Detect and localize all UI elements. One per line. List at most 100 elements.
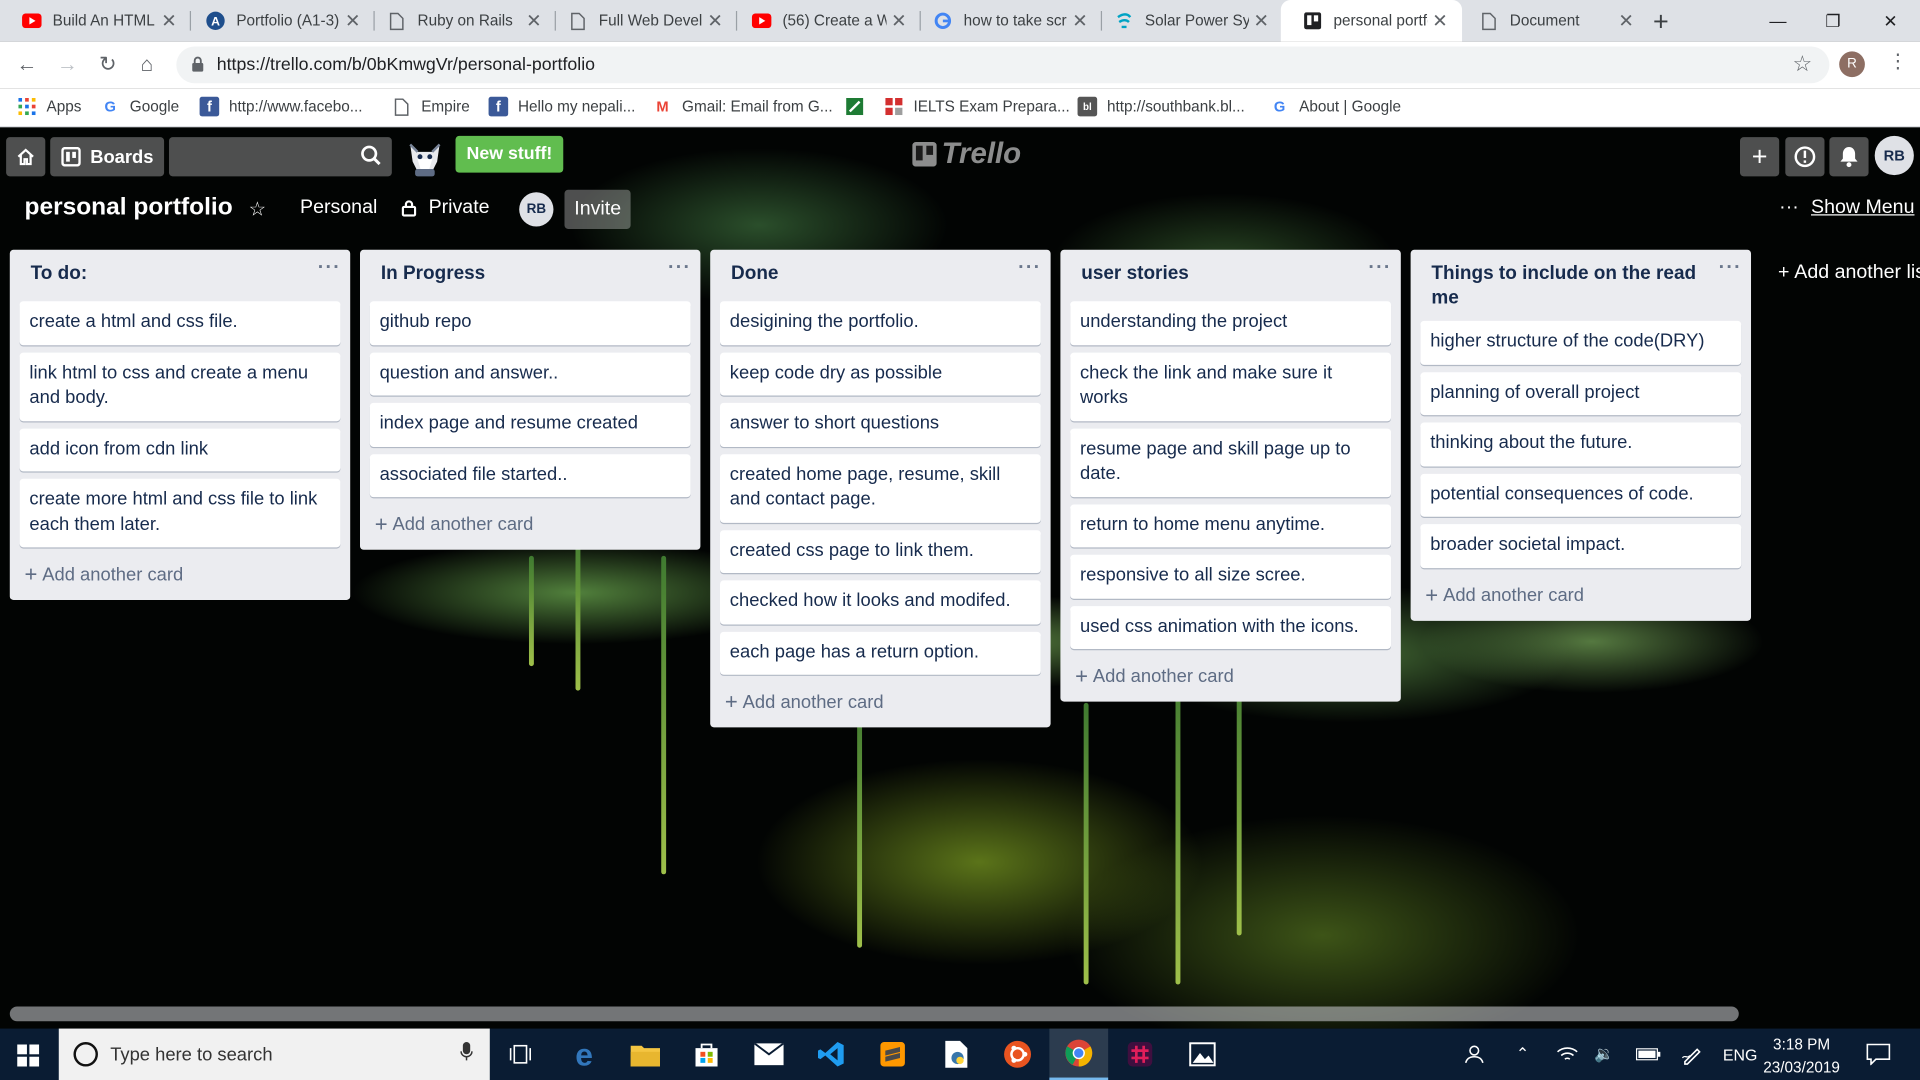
visibility-button[interactable]: Private [401,197,490,219]
taco-mascot-icon[interactable] [403,132,447,181]
user-avatar[interactable]: RB [1874,135,1914,176]
sublime-text-icon[interactable] [863,1029,922,1080]
notifications-center-icon[interactable] [1866,1029,1891,1080]
bookmark-item[interactable]: bl http://southbank.bl... [1077,96,1245,117]
tab-close-icon[interactable]: ✕ [1249,10,1273,32]
wifi-icon[interactable] [1556,1029,1578,1080]
browser-tab[interactable]: A Portfolio (A1-3) ✕ [184,0,375,42]
bookmark-item[interactable]: G About | Google [1270,97,1401,117]
card[interactable]: checked how it looks and modifed. [720,580,1041,624]
card[interactable]: create a html and css file. [19,301,341,345]
bookmark-item[interactable]: f Hello my nepali... [488,96,635,117]
taskbar-search-box[interactable]: Type here to search [58,1028,490,1080]
card[interactable]: create more html and css file to link ea… [19,478,341,548]
bookmark-star-icon[interactable]: ☆ [1792,51,1812,77]
tab-close-icon[interactable]: ✕ [887,10,911,32]
browser-tab-active[interactable]: personal portfo ✕ [1280,0,1463,42]
vscode-icon[interactable] [802,1029,861,1080]
forward-arrow-icon[interactable]: → [54,51,81,78]
people-icon[interactable] [1464,1029,1486,1080]
edge-icon[interactable]: e [555,1029,614,1080]
home-button[interactable] [6,137,46,177]
browser-tab[interactable]: Document ✕ [1457,0,1648,42]
tab-close-icon[interactable]: ✕ [703,10,727,32]
battery-icon[interactable] [1635,1029,1661,1080]
card[interactable]: each page has a return option. [720,631,1041,675]
bookmark-item[interactable]: f http://www.facebo... [199,96,363,117]
show-hidden-icons-chevron-icon[interactable]: ⌃ [1516,1029,1529,1080]
trello-logo[interactable]: Trello [912,137,1021,171]
card[interactable]: used css animation with the icons. [1070,605,1392,649]
list-title[interactable]: To do: [20,250,341,294]
star-board-button[interactable]: ☆ [249,197,267,221]
restore-window-icon[interactable]: ❐ [1805,0,1861,42]
add-card-button[interactable]: + Add another card [720,675,1041,718]
slack-icon[interactable] [1111,1029,1170,1080]
card[interactable]: return to home menu anytime. [1070,503,1392,548]
card[interactable]: github repo [369,301,691,345]
chrome-icon[interactable] [1049,1028,1109,1080]
list-menu-icon[interactable]: ··· [1014,257,1046,284]
show-menu-button[interactable]: ··· Show Menu [1779,197,1914,219]
list-menu-icon[interactable]: ··· [313,257,345,284]
horizontal-scrollbar[interactable] [9,1006,1739,1022]
browser-tab[interactable]: Full Web Devel ✕ [546,0,738,42]
profile-avatar[interactable]: R [1839,51,1865,78]
pen-icon[interactable] [1681,1029,1703,1080]
bookmark-item[interactable]: IELTS Exam Prepara... [884,97,1070,117]
card[interactable]: desigining the portfolio. [720,301,1041,345]
new-tab-plus-icon[interactable]: + [1653,6,1669,38]
browser-tab[interactable]: (56) Create a W ✕ [730,0,921,42]
ubuntu-icon[interactable] [988,1029,1047,1080]
card[interactable]: broader societal impact. [1420,524,1742,568]
windows-start-icon[interactable] [17,1044,40,1072]
chrome-menu-icon[interactable]: ⋮ [1888,49,1908,73]
list-menu-icon[interactable]: ··· [664,257,696,284]
tab-close-icon[interactable]: ✕ [1614,10,1638,32]
notifications-button[interactable] [1829,137,1869,177]
add-card-button[interactable]: + Add another card [1420,568,1741,611]
bookmark-item[interactable] [845,97,874,117]
card[interactable]: understanding the project [1070,301,1392,345]
tab-close-icon[interactable]: ✕ [522,10,546,32]
team-button[interactable]: Personal [300,197,377,219]
bookmark-item[interactable]: Apps [17,97,81,117]
bookmark-item[interactable]: M Gmail: Email from G... [653,97,832,117]
card[interactable]: answer to short questions [720,402,1041,447]
browser-tab[interactable]: how to take scr ✕ [911,0,1103,42]
card[interactable]: link html to css and create a menu and b… [19,352,341,421]
card[interactable]: responsive to all size scree. [1070,554,1392,599]
new-stuff-button[interactable]: New stuff! [455,135,564,173]
bookmark-item[interactable]: G Google [100,97,179,117]
reload-icon[interactable]: ↻ [94,51,121,78]
microphone-icon[interactable] [460,1041,473,1067]
mail-icon[interactable] [740,1029,799,1080]
browser-tab[interactable]: Solar Power Sys ✕ [1092,0,1284,42]
list-title[interactable]: In Progress [370,250,691,294]
volume-icon[interactable]: 🔉 [1594,1029,1614,1080]
add-card-button[interactable]: + Add another card [1070,649,1391,692]
card[interactable]: associated file started.. [369,453,691,498]
store-icon[interactable] [677,1029,736,1080]
list-menu-icon[interactable]: ··· [1364,257,1396,284]
tab-close-icon[interactable]: ✕ [1428,10,1452,32]
browser-tab[interactable]: Ruby on Rails ✕ [365,0,556,42]
list-menu-icon[interactable]: ··· [1714,257,1746,284]
bookmark-item[interactable]: Empire [392,97,470,117]
card[interactable]: planning of overall project [1420,371,1742,416]
list-title[interactable]: user stories [1070,250,1391,294]
task-view-icon[interactable] [491,1029,550,1080]
card[interactable]: check the link and make sure it works [1070,352,1392,421]
list-title[interactable]: Things to include on the read me [1420,250,1741,314]
card[interactable]: question and answer.. [369,352,691,396]
address-bar[interactable]: https://trello.com/b/0bKmwgVr/personal-p… [176,46,1830,84]
card[interactable]: potential consequences of code. [1420,473,1742,517]
add-card-button[interactable]: + Add another card [20,547,341,590]
card[interactable]: thinking about the future. [1420,422,1742,466]
card[interactable]: index page and resume created [369,402,691,447]
member-avatar[interactable]: RB [519,192,554,227]
add-card-button[interactable]: + Add another card [370,497,691,540]
card[interactable]: created home page, resume, skill and con… [720,453,1041,523]
card[interactable]: created css page to link them. [720,529,1041,574]
home-icon[interactable]: ⌂ [133,51,160,78]
